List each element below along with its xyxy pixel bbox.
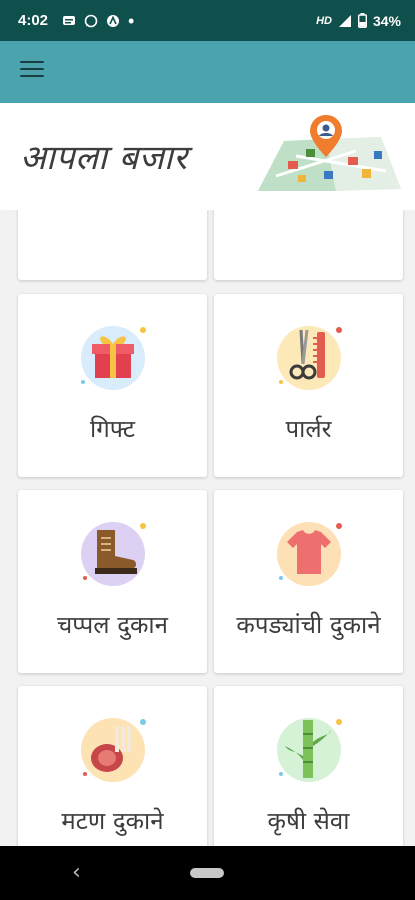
home-pill-icon[interactable] [190,868,224,878]
gift-icon [80,326,146,390]
message-icon [63,15,76,25]
status-right: HD 34% [316,13,415,29]
status-left: 4:02 • [0,10,135,31]
scissors-comb-icon [276,326,342,390]
app-bar [0,41,415,103]
back-chevron-icon[interactable]: ‹ [72,860,81,885]
app-a-icon [107,14,120,27]
category-label: पार्लर [285,415,332,443]
map-pin-illustration [258,115,401,191]
category-card-mutton[interactable]: मटण दुकाने [18,686,207,846]
category-label: कृषी सेवा [267,807,350,835]
hamburger-menu-icon[interactable] [20,61,44,83]
category-label: गिफ्ट [90,415,135,443]
category-card-partial-left[interactable] [18,210,207,280]
category-label: चप्पल दुकान [57,611,168,639]
category-label: मटण दुकाने [61,807,164,835]
boot-icon [80,522,146,586]
category-card-footwear[interactable]: चप्पल दुकान [18,490,207,673]
signal-icon [338,14,351,27]
category-card-partial-right[interactable] [214,210,403,280]
category-card-agriculture[interactable]: कृषी सेवा [214,686,403,846]
dot-icon: • [128,10,135,31]
category-card-clothes[interactable]: कपड्यांची दुकाने [214,490,403,673]
sugarcane-icon [276,718,342,782]
header: आपला बजार [0,103,415,210]
whatsapp-icon [84,14,98,27]
battery-icon [357,13,367,28]
system-nav-bar: ‹ [0,846,415,900]
hd-badge: HD [316,14,332,27]
category-card-gift[interactable]: गिफ्ट [18,294,207,477]
status-time: 4:02 [18,12,49,29]
category-grid: गिफ्ट पार्लर चप्पल दुकान कपड्यांची दुकान… [0,210,415,846]
category-label: कपड्यांची दुकाने [236,611,381,639]
tshirt-icon [276,522,342,586]
status-bar: 4:02 • HD 34% [0,0,415,41]
meat-icon [80,718,146,782]
battery-percent: 34% [372,12,401,29]
category-card-parlour[interactable]: पार्लर [214,294,403,477]
brand-title: आपला बजार [20,138,188,178]
